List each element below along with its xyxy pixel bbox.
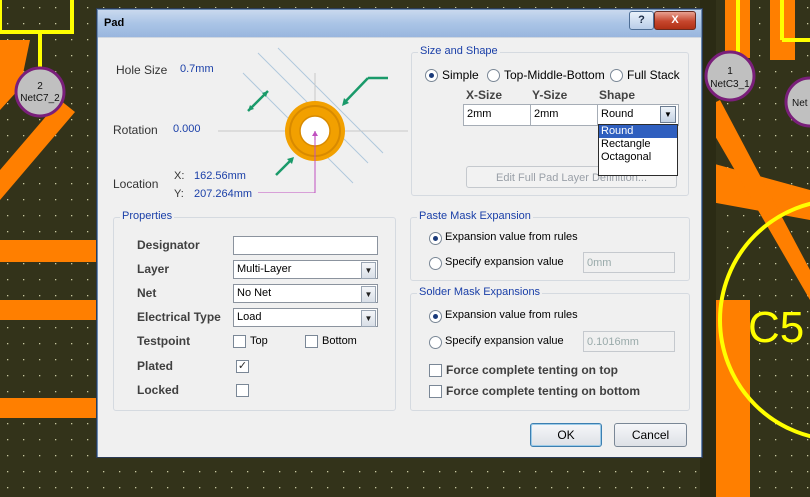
testpoint-bottom-checkbox[interactable] xyxy=(305,335,318,348)
solder-from-rules-radio[interactable] xyxy=(429,310,442,323)
right-pad-number: 1 xyxy=(727,66,733,77)
designator-input[interactable] xyxy=(233,236,378,255)
dialog-title: Pad xyxy=(104,17,125,29)
layer-label: Layer xyxy=(137,262,170,276)
size-shape-grid: 2mm 2mm Round ▼ xyxy=(463,104,679,126)
paste-specify-radio[interactable] xyxy=(429,257,442,270)
locked-checkbox[interactable] xyxy=(236,384,249,397)
component-designator-label: C5 xyxy=(748,303,804,352)
plated-label: Plated xyxy=(137,359,174,373)
tent-top-checkbox[interactable] xyxy=(429,364,442,377)
left-pad-net: NetC7_2 xyxy=(20,93,60,104)
help-button[interactable]: ? xyxy=(629,11,654,30)
hole-size-label: Hole Size xyxy=(116,63,168,77)
ok-button[interactable]: OK xyxy=(530,423,602,447)
plated-checkbox[interactable]: ✓ xyxy=(236,360,249,373)
rotation-value: 0.000 xyxy=(173,123,201,135)
title-bar[interactable]: Pad ? X xyxy=(98,10,701,37)
solder-mask-title: Solder Mask Expansions xyxy=(417,286,543,298)
hole-size-value: 0.7mm xyxy=(180,63,214,75)
x-size-cell[interactable]: 2mm xyxy=(464,105,531,125)
pad-dialog: Pad ? X Hole Size 0.7mm Rotation 0.000 L… xyxy=(97,9,702,457)
paste-specify-label[interactable]: Specify expansion value xyxy=(445,256,564,268)
tent-bottom-checkbox[interactable] xyxy=(429,385,442,398)
properties-title: Properties xyxy=(120,210,175,222)
solder-specify-radio[interactable] xyxy=(429,336,442,349)
solder-from-rules-label[interactable]: Expansion value from rules xyxy=(445,309,578,321)
paste-mask-title: Paste Mask Expansion xyxy=(417,210,533,222)
pad-netc7-2: 2 NetC7_2 xyxy=(14,66,66,118)
solder-expansion-input[interactable]: 0.1016mm xyxy=(583,331,675,352)
paste-expansion-input[interactable]: 0mm xyxy=(583,252,675,273)
electrical-type-select[interactable]: Load ▼ xyxy=(233,308,378,327)
electrical-type-dropdown-arrow-icon[interactable]: ▼ xyxy=(361,310,376,327)
y-size-header: Y-Size xyxy=(532,88,568,102)
mode-top-middle-bottom-label[interactable]: Top-Middle-Bottom xyxy=(504,68,605,82)
layer-dropdown-arrow-icon[interactable]: ▼ xyxy=(361,262,376,279)
dialog-body: Hole Size 0.7mm Rotation 0.000 Location … xyxy=(98,37,701,457)
locked-label: Locked xyxy=(137,383,180,397)
rotation-label: Rotation xyxy=(113,123,158,137)
shape-cell[interactable]: Round ▼ xyxy=(598,105,678,125)
paste-from-rules-radio[interactable] xyxy=(429,232,442,245)
net-label: Net xyxy=(137,286,157,300)
shape-dropdown-list[interactable]: Round Rectangle Octagonal xyxy=(598,124,678,176)
designator-label: Designator xyxy=(137,238,200,252)
testpoint-top-checkbox[interactable] xyxy=(233,335,246,348)
solder-specify-label[interactable]: Specify expansion value xyxy=(445,335,564,347)
shape-option-octagonal[interactable]: Octagonal xyxy=(599,151,677,164)
mode-top-middle-bottom-radio[interactable] xyxy=(487,69,500,82)
solder-mask-group: Solder Mask Expansions Expansion value f… xyxy=(410,286,690,411)
shape-header: Shape xyxy=(599,88,636,102)
edge-pad-net: Net xyxy=(792,98,808,109)
close-button[interactable]: X xyxy=(654,11,696,30)
location-x-label: X: xyxy=(174,170,185,182)
properties-group: Properties Designator Layer Multi-Layer … xyxy=(113,210,396,411)
shape-dropdown-arrow-icon[interactable]: ▼ xyxy=(660,106,676,123)
mode-simple-label[interactable]: Simple xyxy=(442,68,479,82)
net-select-value: No Net xyxy=(237,287,272,299)
tent-top-label[interactable]: Force complete tenting on top xyxy=(446,363,618,377)
x-size-header: X-Size xyxy=(466,88,503,102)
left-pad-number: 2 xyxy=(37,81,43,92)
right-pad-net: NetC3_1 xyxy=(710,79,750,90)
mode-full-stack-radio[interactable] xyxy=(610,69,623,82)
mode-full-stack-label[interactable]: Full Stack xyxy=(627,68,680,82)
y-size-cell[interactable]: 2mm xyxy=(531,105,598,125)
size-and-shape-title: Size and Shape xyxy=(418,45,500,57)
pad-preview xyxy=(218,47,408,193)
testpoint-label: Testpoint xyxy=(137,334,191,348)
shape-option-round[interactable]: Round xyxy=(599,125,677,138)
mode-simple-radio[interactable] xyxy=(425,69,438,82)
shape-option-rectangle[interactable]: Rectangle xyxy=(599,138,677,151)
pad-netc3-1: 1 NetC3_1 xyxy=(704,50,756,102)
location-y-label: Y: xyxy=(174,188,184,200)
net-dropdown-arrow-icon[interactable]: ▼ xyxy=(361,286,376,303)
paste-from-rules-label[interactable]: Expansion value from rules xyxy=(445,231,578,243)
location-label: Location xyxy=(113,177,159,191)
shape-cell-value: Round xyxy=(601,108,634,120)
layer-select[interactable]: Multi-Layer ▼ xyxy=(233,260,378,279)
tent-bottom-label[interactable]: Force complete tenting on bottom xyxy=(446,384,640,398)
testpoint-top-label[interactable]: Top xyxy=(250,335,268,347)
net-select[interactable]: No Net ▼ xyxy=(233,284,378,303)
layer-select-value: Multi-Layer xyxy=(237,263,292,275)
electrical-type-select-value: Load xyxy=(237,311,262,323)
paste-mask-group: Paste Mask Expansion Expansion value fro… xyxy=(410,210,690,281)
testpoint-bottom-label[interactable]: Bottom xyxy=(322,335,357,347)
cancel-button[interactable]: Cancel xyxy=(614,423,687,447)
electrical-type-label: Electrical Type xyxy=(137,310,221,324)
